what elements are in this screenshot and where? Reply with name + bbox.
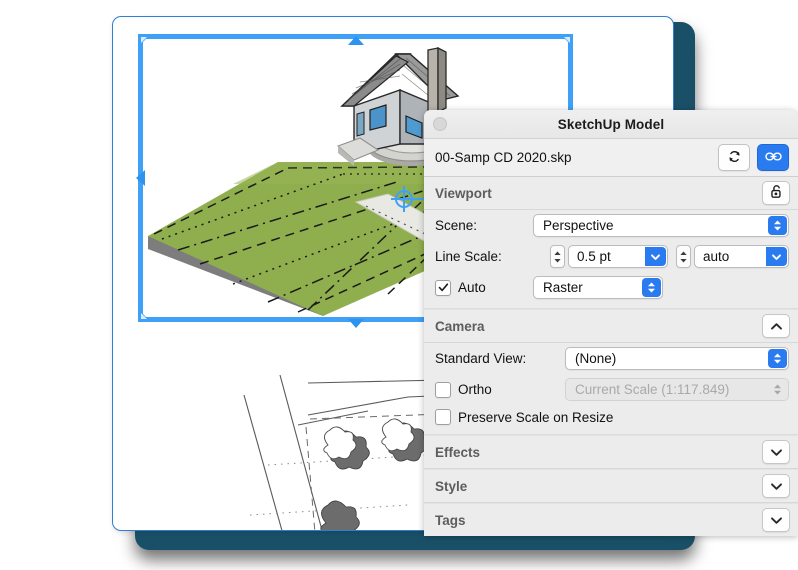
auto-checkbox[interactable] (435, 279, 451, 296)
chevron-updown-icon (768, 216, 787, 235)
section-header-style[interactable]: Style (424, 469, 798, 503)
line-scale-value: 0.5 pt (577, 249, 611, 264)
refresh-button[interactable] (718, 144, 750, 171)
chevron-down-icon (770, 445, 783, 460)
panel-titlebar[interactable]: SketchUp Model (424, 110, 798, 139)
section-title-tags: Tags (435, 512, 466, 528)
style-expand-button[interactable] (762, 474, 790, 498)
render-mode-value: Raster (543, 280, 583, 295)
chevron-updown-icon (768, 380, 787, 399)
chevron-down-icon (770, 513, 783, 528)
row-preserve-scale: Preserve Scale on Resize (424, 405, 798, 434)
unlock-button[interactable] (762, 181, 790, 205)
model-file-row: 00-Samp CD 2020.skp (424, 139, 798, 177)
ortho-checkbox[interactable] (435, 381, 451, 398)
row-standard-view: Standard View: (None) (424, 343, 798, 374)
row-line-scale: Line Scale: 0.5 pt auto (424, 241, 798, 272)
row-ortho: Ortho Current Scale (1:117.849) (424, 374, 798, 405)
sketchup-model-inspector-panel[interactable]: SketchUp Model 00-Samp CD 2020.skp Viewp… (424, 110, 798, 536)
effects-expand-button[interactable] (762, 440, 790, 464)
section-title-effects: Effects (435, 444, 481, 460)
stage: SketchUp Model 00-Samp CD 2020.skp Viewp… (0, 0, 798, 570)
current-scale-select: Current Scale (1:117.849) (565, 378, 789, 401)
chevron-down-icon[interactable] (766, 247, 787, 266)
render-mode-select[interactable]: Raster (533, 276, 663, 299)
scene-value: Perspective (543, 218, 614, 233)
camera-collapse-button[interactable] (762, 314, 790, 338)
section-header-viewport[interactable]: Viewport (424, 177, 798, 210)
chevron-updown-icon (768, 349, 787, 368)
line-scale-units-field[interactable]: auto (694, 245, 789, 268)
section-title-camera: Camera (435, 318, 485, 334)
preserve-scale-label: Preserve Scale on Resize (458, 409, 614, 425)
row-render-mode: Auto Raster (424, 272, 798, 308)
section-title-style: Style (435, 478, 468, 494)
row-scene: Scene: Perspective (424, 210, 798, 241)
section-header-effects[interactable]: Effects (424, 435, 798, 469)
standard-view-select[interactable]: (None) (565, 347, 789, 370)
chevron-up-icon (770, 319, 783, 334)
ortho-label: Ortho (458, 382, 492, 397)
chevron-down-icon (770, 479, 783, 494)
line-scale-units: auto (703, 249, 730, 264)
current-scale-value: Current Scale (1:117.849) (575, 382, 730, 397)
line-scale-value-field[interactable]: 0.5 pt (568, 245, 668, 268)
standard-view-value: (None) (575, 351, 617, 366)
chevron-updown-icon (642, 278, 661, 297)
preserve-scale-checkbox[interactable] (435, 409, 451, 425)
refresh-icon (727, 149, 742, 167)
section-title-viewport: Viewport (435, 185, 492, 201)
section-header-tags[interactable]: Tags (424, 503, 798, 536)
standard-view-label: Standard View: (435, 351, 527, 366)
scene-select[interactable]: Perspective (533, 214, 789, 237)
section-header-camera[interactable]: Camera (424, 309, 798, 343)
tags-expand-button[interactable] (762, 508, 790, 532)
link-button[interactable] (757, 144, 789, 171)
line-scale-label: Line Scale: (435, 249, 502, 264)
model-file-name: 00-Samp CD 2020.skp (435, 150, 572, 165)
chevron-down-icon[interactable] (645, 247, 666, 266)
scene-label: Scene: (435, 218, 478, 233)
line-scale-units-stepper[interactable] (676, 245, 691, 268)
line-scale-stepper[interactable] (550, 245, 565, 268)
panel-title: SketchUp Model (557, 116, 665, 132)
unlock-icon (770, 184, 783, 202)
auto-label: Auto (458, 280, 486, 295)
link-icon (764, 150, 782, 166)
